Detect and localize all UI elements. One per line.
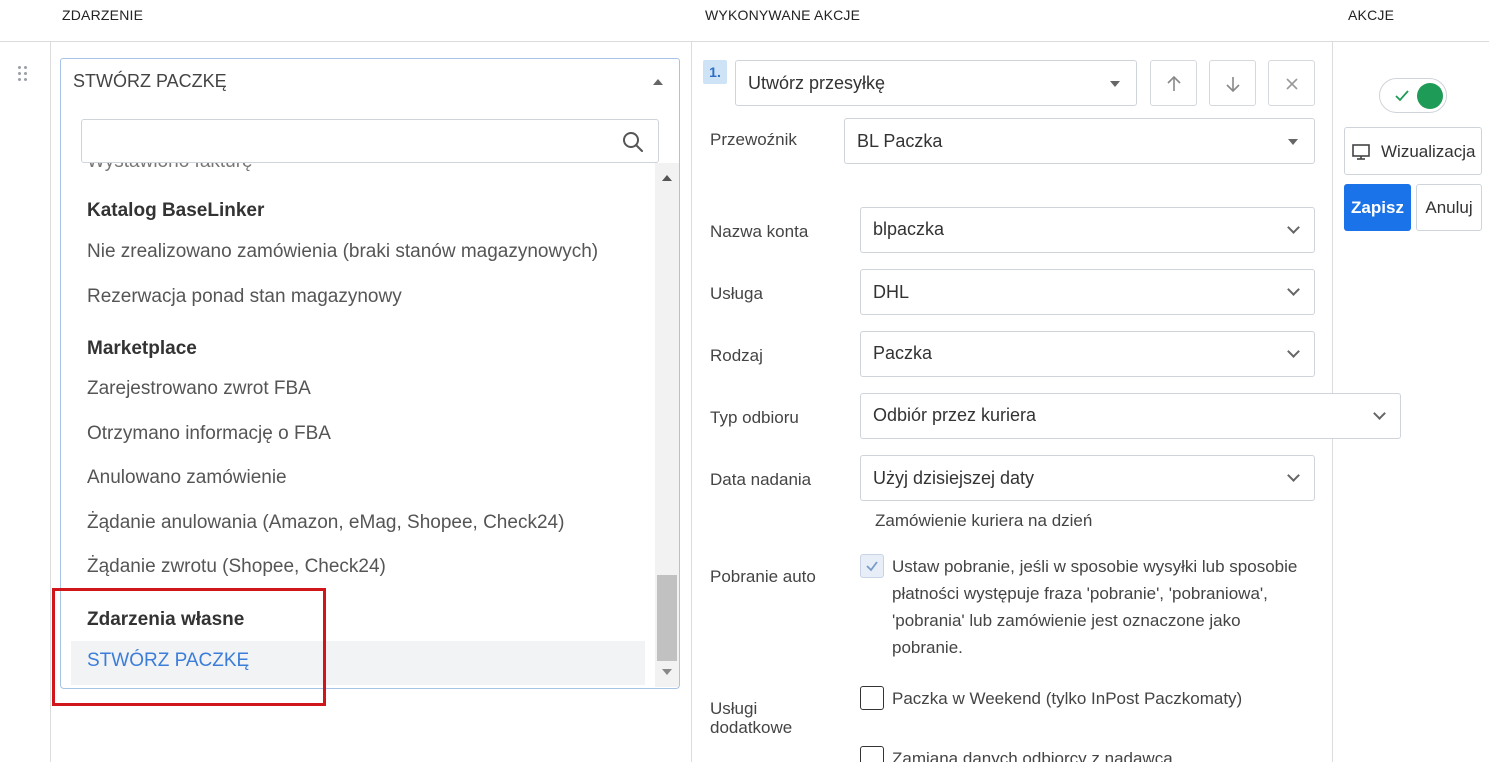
chevron-down-icon bbox=[1287, 283, 1300, 296]
action-type-value: Utwórz przesyłkę bbox=[748, 73, 886, 93]
weekend-checkbox[interactable] bbox=[860, 686, 884, 710]
list-item[interactable]: Żądanie anulowania (Amazon, eMag, Shopee… bbox=[87, 512, 564, 534]
list-item[interactable]: Nie zrealizowano zamówienia (braki stanó… bbox=[87, 241, 598, 263]
event-select[interactable]: STWÓRZ PACZKĘ bbox=[60, 58, 680, 102]
pickup-label: Typ odbioru bbox=[710, 408, 799, 427]
group-label: Katalog BaseLinker bbox=[87, 200, 265, 221]
table-header: ZDARZENIE WYKONYWANE AKCJE AKCJE bbox=[0, 0, 1489, 42]
close-icon bbox=[1286, 78, 1298, 90]
step-number: 1. bbox=[703, 60, 727, 84]
date-label: Data nadania bbox=[710, 470, 812, 489]
service-select[interactable]: DHL bbox=[860, 269, 1315, 315]
column-divider bbox=[691, 42, 692, 762]
toggle-knob bbox=[1417, 83, 1443, 109]
scrollbar-thumb[interactable] bbox=[657, 575, 677, 661]
scroll-up-icon[interactable] bbox=[662, 175, 672, 181]
chevron-down-icon bbox=[1373, 407, 1386, 420]
dropdown-scrollbar[interactable] bbox=[655, 163, 679, 687]
account-select[interactable]: blpaczka bbox=[860, 207, 1315, 253]
pickup-select[interactable]: Odbiór przez kuriera bbox=[860, 393, 1401, 439]
header-akcje: AKCJE bbox=[1348, 7, 1395, 23]
carrier-value: BL Paczka bbox=[857, 131, 943, 151]
cod-checkbox[interactable] bbox=[860, 554, 884, 578]
column-divider bbox=[50, 42, 51, 762]
visualize-button[interactable]: Wizualizacja bbox=[1344, 127, 1482, 175]
swap-checkbox[interactable] bbox=[860, 746, 884, 762]
monitor-icon bbox=[1352, 144, 1370, 160]
extra-label-line1: Usługi bbox=[710, 699, 758, 718]
arrow-up-icon bbox=[1167, 75, 1181, 91]
kind-select[interactable]: Paczka bbox=[860, 331, 1315, 377]
group-label: Marketplace bbox=[87, 338, 197, 359]
move-up-button[interactable] bbox=[1150, 60, 1197, 106]
weekend-label: Paczka w Weekend (tylko InPost Paczkomat… bbox=[892, 689, 1243, 708]
cod-label: Pobranie auto bbox=[710, 567, 816, 586]
cancel-button[interactable]: Anuluj bbox=[1416, 184, 1482, 231]
chevron-down-icon bbox=[1287, 221, 1300, 234]
drag-handle-icon[interactable] bbox=[18, 66, 30, 86]
account-label: Nazwa konta bbox=[710, 222, 809, 241]
event-search-input[interactable] bbox=[90, 128, 610, 154]
event-select-value: STWÓRZ PACZKĘ bbox=[73, 71, 227, 91]
swap-label: Zamiana danych odbiorcy z nadawcą bbox=[892, 749, 1173, 762]
date-hint: Zamówienie kuriera na dzień bbox=[875, 511, 1093, 530]
pickup-value: Odbiór przez kuriera bbox=[873, 405, 1037, 425]
kind-value: Paczka bbox=[873, 343, 933, 363]
account-value: blpaczka bbox=[873, 219, 945, 239]
save-button[interactable]: Zapisz bbox=[1344, 184, 1411, 231]
check-icon bbox=[866, 561, 878, 572]
kind-label: Rodzaj bbox=[710, 346, 763, 365]
extra-label-line2: dodatkowe bbox=[710, 718, 793, 737]
remove-action-button[interactable] bbox=[1268, 60, 1315, 106]
header-actions: WYKONYWANE AKCJE bbox=[705, 7, 861, 23]
arrow-down-icon bbox=[1226, 77, 1240, 93]
list-item[interactable]: Żądanie zwrotu (Shopee, Check24) bbox=[87, 556, 386, 578]
list-item[interactable]: Rezerwacja ponad stan magazynowy bbox=[87, 286, 402, 308]
date-value: Użyj dzisiejszej daty bbox=[873, 468, 1035, 488]
list-item[interactable]: Otrzymano informację o FBA bbox=[87, 423, 331, 445]
list-item[interactable]: Anulowano zamówienie bbox=[87, 467, 287, 489]
service-value: DHL bbox=[873, 282, 910, 302]
list-item[interactable]: Wystawiono fakturę bbox=[87, 163, 253, 173]
event-search-field[interactable] bbox=[81, 119, 659, 163]
search-icon bbox=[623, 132, 643, 152]
carrier-select[interactable]: BL Paczka bbox=[844, 118, 1315, 164]
service-label: Usługa bbox=[710, 284, 763, 303]
caret-down-icon bbox=[1110, 81, 1120, 87]
move-down-button[interactable] bbox=[1209, 60, 1256, 106]
check-icon bbox=[1395, 90, 1409, 102]
header-event: ZDARZENIE bbox=[62, 7, 144, 23]
chevron-down-icon bbox=[1287, 469, 1300, 482]
caret-up-icon bbox=[653, 79, 663, 85]
visualize-label: Wizualizacja bbox=[1381, 142, 1476, 161]
highlight-box bbox=[52, 588, 326, 706]
date-select[interactable]: Użyj dzisiejszej daty bbox=[860, 455, 1315, 501]
scroll-down-icon[interactable] bbox=[662, 669, 672, 675]
caret-down-icon bbox=[1288, 139, 1298, 145]
cod-description: Ustaw pobranie, jeśli w sposobie wysyłki… bbox=[892, 557, 1298, 657]
carrier-label: Przewoźnik bbox=[710, 130, 797, 149]
list-item[interactable]: Zarejestrowano zwrot FBA bbox=[87, 378, 311, 400]
active-toggle[interactable] bbox=[1379, 78, 1447, 113]
chevron-down-icon bbox=[1287, 345, 1300, 358]
action-type-select[interactable]: Utwórz przesyłkę bbox=[735, 60, 1137, 106]
